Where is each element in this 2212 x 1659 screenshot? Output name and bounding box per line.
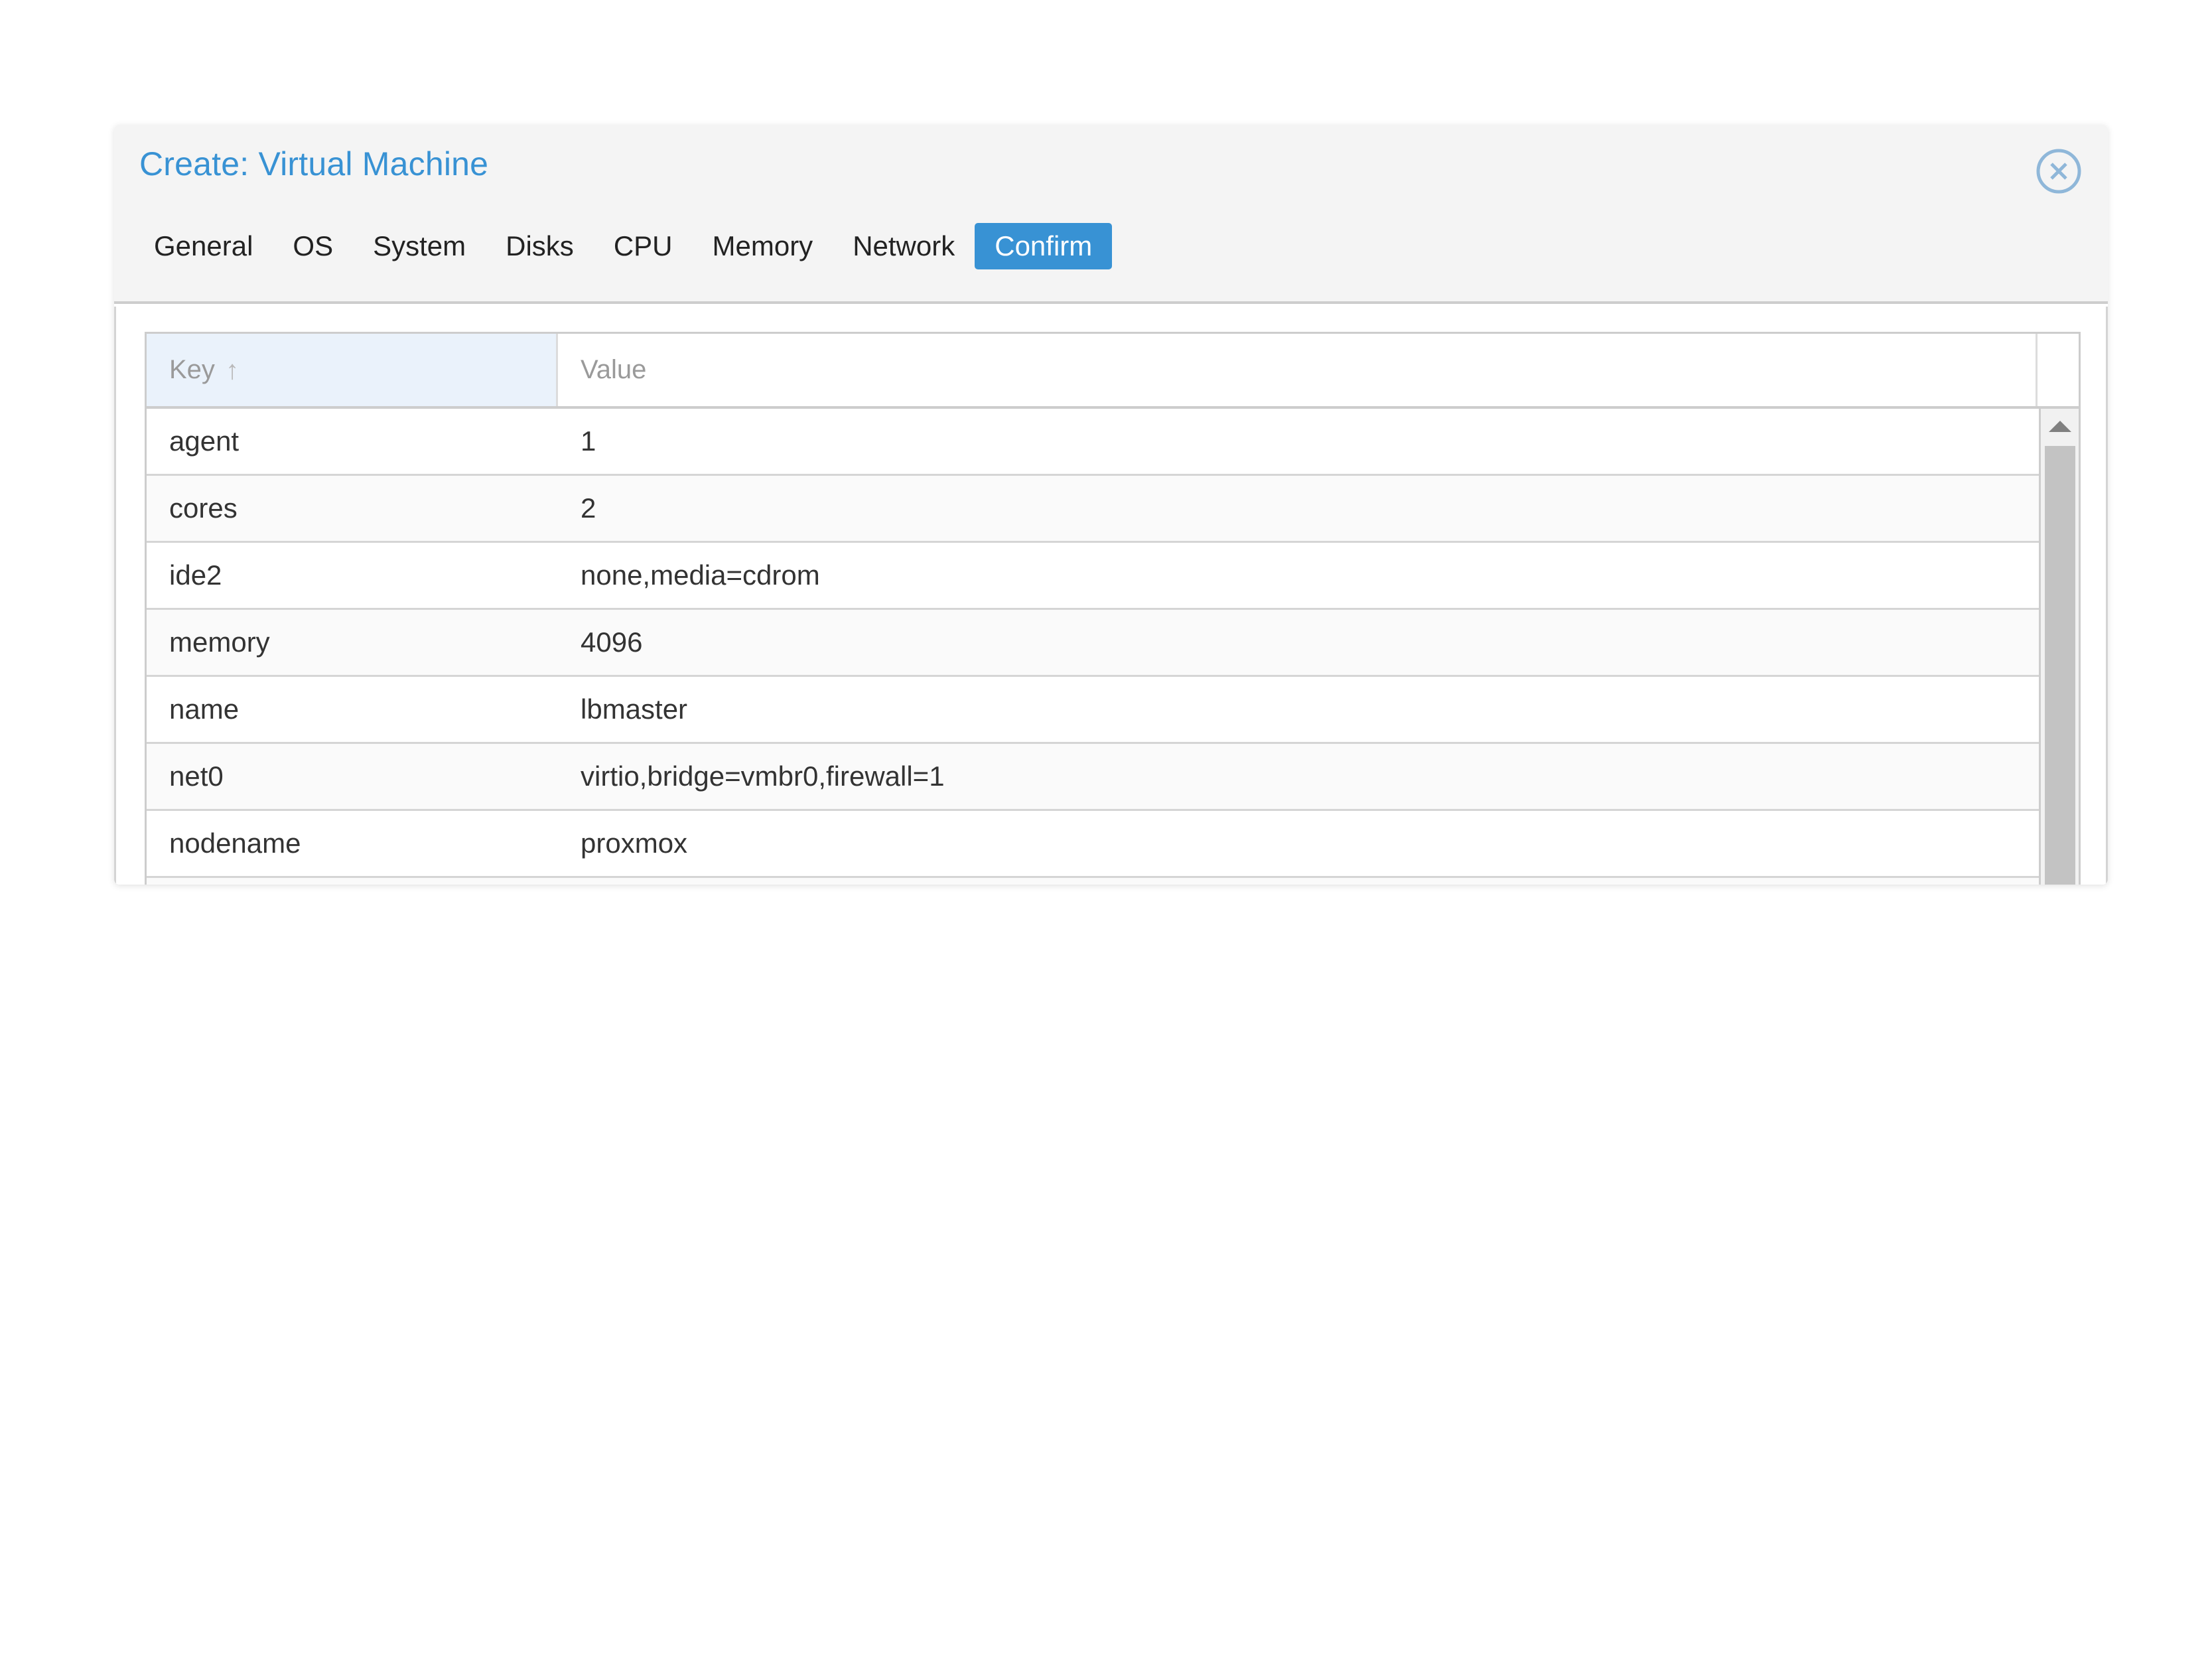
column-header-value[interactable]: Value — [558, 334, 2038, 406]
tab-confirm[interactable]: Confirm — [975, 223, 1113, 269]
tab-cpu[interactable]: CPU — [594, 223, 693, 269]
cell-value: 2 — [581, 492, 596, 524]
table-row[interactable]: cores 2 — [147, 476, 2039, 543]
cell-key: name — [169, 693, 240, 725]
column-header-key[interactable]: Key ↑ — [147, 334, 558, 406]
cell-value: lbmaster — [581, 693, 688, 725]
cell-key: memory — [169, 626, 270, 658]
cell-value: none,media=cdrom — [581, 559, 820, 591]
scrollbar-thumb[interactable] — [2045, 446, 2075, 885]
grid-viewport: agent 1 cores 2 ide2 none,media=cdrom memory 40… — [147, 409, 2079, 885]
scroll-up-arrow-icon[interactable] — [2041, 410, 2079, 442]
tab-os[interactable]: OS — [273, 223, 353, 269]
wizard-tabbar: General OS System Disks CPU Memory Netwo… — [134, 219, 1113, 273]
cell-key: agent — [169, 425, 240, 457]
column-header-key-label: Key — [169, 355, 215, 384]
cell-value: proxmox — [581, 828, 688, 859]
create-virtual-machine-dialog: Create: Virtual Machine General OS Syste… — [114, 125, 2108, 885]
grid-rows: agent 1 cores 2 ide2 none,media=cdrom memory 40… — [147, 409, 2039, 885]
config-summary-grid: Key ↑ Value agent 1 cores 2 ide2 none,media=c… — [145, 332, 2081, 885]
table-row[interactable]: name lbmaster — [147, 677, 2039, 744]
cell-value: 4096 — [581, 626, 643, 658]
tab-network[interactable]: Network — [833, 223, 975, 269]
tab-general[interactable]: General — [134, 223, 273, 269]
table-row[interactable]: nodename proxmox — [147, 811, 2039, 878]
cell-key: net0 — [169, 760, 224, 792]
table-row[interactable]: numa0 — [147, 878, 2039, 885]
dialog-header: Create: Virtual Machine General OS Syste… — [114, 125, 2108, 304]
close-circle-icon[interactable] — [2034, 146, 2084, 196]
cell-key: nodename — [169, 828, 301, 859]
cell-key: ide2 — [169, 559, 222, 591]
cell-value: 1 — [581, 425, 596, 457]
cell-key: cores — [169, 492, 238, 524]
table-row[interactable]: agent 1 — [147, 409, 2039, 476]
dialog-title: Create: Virtual Machine — [139, 145, 489, 182]
tab-disks[interactable]: Disks — [486, 223, 594, 269]
table-row[interactable]: memory 4096 — [147, 610, 2039, 677]
grid-vertical-scrollbar[interactable] — [2039, 409, 2079, 885]
tab-system[interactable]: System — [353, 223, 486, 269]
dialog-body: Key ↑ Value agent 1 cores 2 ide2 none,media=c… — [114, 307, 2108, 885]
screen: Create: Virtual Machine General OS Syste… — [0, 0, 2212, 1659]
column-header-spacer — [2038, 334, 2079, 406]
table-row[interactable]: net0 virtio,bridge=vmbr0,firewall=1 — [147, 744, 2039, 811]
table-row[interactable]: ide2 none,media=cdrom — [147, 543, 2039, 610]
cell-value: virtio,bridge=vmbr0,firewall=1 — [581, 760, 945, 792]
grid-header-row: Key ↑ Value — [147, 334, 2079, 409]
column-header-value-label: Value — [581, 355, 647, 384]
tab-memory[interactable]: Memory — [693, 223, 833, 269]
sort-ascending-icon: ↑ — [225, 355, 239, 385]
